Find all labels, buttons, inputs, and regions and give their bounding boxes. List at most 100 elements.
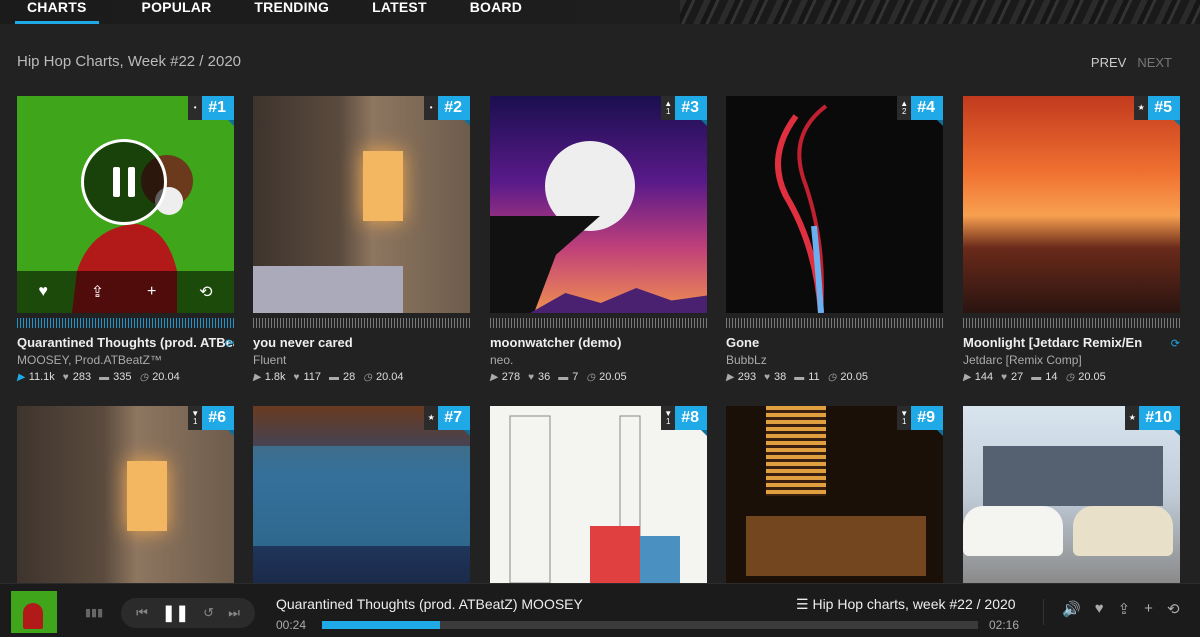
rank-move: • [188,96,203,120]
player-controls: ⏮ ❚❚ ↺ ⏭ [121,598,255,628]
chart-card[interactable]: ▼ 1 #9 [726,406,943,583]
chart-card[interactable]: • #2 you never cared Fluent ▶ 1.8k ♥ 117 ▬… [253,96,470,383]
rank-badge: • #2 [424,96,470,126]
track-artist[interactable]: Fluent [253,353,286,367]
track-title[interactable]: you never cared [253,335,470,350]
heart-icon[interactable]: ♥ [1095,600,1104,618]
rank-move: ★ [1134,96,1149,120]
cover-art[interactable]: ▼ 1 #8 [490,406,707,583]
track-title[interactable]: Gone [726,335,943,350]
rank-number: #8 [675,406,707,436]
equalizer-icon[interactable]: ▮▮▮ [85,606,103,619]
cover-art[interactable]: ♥ ⇪ + ⟲ • #1 [17,96,234,313]
track-artist[interactable]: MOOSEY, Prod.ATBeatZ™ [17,353,162,367]
add-icon[interactable]: + [1144,600,1153,618]
play-icon: ▶ [726,371,734,383]
rank-badge: ▼ 1 #9 [897,406,943,436]
rank-move: ▲ 1 [661,96,676,120]
card-actions: ♥ ⇪ + ⟲ [17,271,234,313]
rank-badge: ★ #5 [1134,96,1180,126]
share-icon[interactable]: ⇪ [91,282,104,302]
track-artist[interactable]: BubbLz [726,353,767,367]
chart-card[interactable]: ★ #5 Moonlight [Jetdarc Remix/En ⟳ Jetda… [963,96,1180,383]
cover-art[interactable]: ▲ 1 #3 [490,96,707,313]
heart-icon[interactable]: ♥ [38,283,48,301]
playlist-link[interactable]: ☰ Hip Hop charts, week #22 / 2020 [796,596,1016,613]
chart-card[interactable]: ★ #10 [963,406,1180,583]
next-icon[interactable]: ⏭ [228,605,240,621]
rank-number: #10 [1139,406,1180,436]
waveform[interactable] [490,318,707,328]
track-title[interactable]: Moonlight [Jetdarc Remix/En [963,335,1163,350]
chart-card[interactable]: ▼ 1 #6 [17,406,234,583]
progress-bar[interactable] [322,621,978,629]
chart-card[interactable]: ★ #7 [253,406,470,583]
window-glow [363,151,403,221]
window-glow [127,461,167,531]
next-button[interactable]: NEXT [1137,55,1172,70]
cover-art[interactable]: ▲ 2 #4 [726,96,943,313]
chart-card[interactable]: ▲ 1 #3 moonwatcher (demo) neo. ▶ 278 ♥ 36 ▬… [490,96,707,383]
cover-art[interactable]: ★ #7 [253,406,470,583]
waveform[interactable] [253,318,470,328]
comment-icon: ▬ [99,371,110,383]
rank-number: #7 [438,406,470,436]
waveform[interactable] [17,318,234,328]
track-artist[interactable]: neo. [490,353,513,367]
pause-button[interactable] [81,139,167,225]
cover-art[interactable]: ★ #10 [963,406,1180,583]
track-stats: ▶ 278 ♥ 36 ▬ 7 ◷ 20.05 [490,371,627,383]
tab-latest[interactable]: LATEST [372,0,427,24]
heart-icon: ♥ [293,371,300,383]
previous-icon[interactable]: ⏮ [136,605,148,621]
track-stats: ▶ 11.1k ♥ 283 ▬ 335 ◷ 20.04 [17,371,180,383]
repost-icon[interactable]: ⟲ [199,282,212,302]
waveform[interactable] [726,318,943,328]
prev-button[interactable]: PREV [1091,55,1126,70]
comment-icon: ▬ [328,371,339,383]
cover-art[interactable]: ★ #5 [963,96,1180,313]
tab-board[interactable]: BOARD [470,0,522,24]
volume-icon[interactable]: 🔊 [1062,600,1081,618]
track-artist[interactable]: Jetdarc [Remix Comp] [963,353,1082,367]
player-cover[interactable] [11,591,57,633]
clock-icon: ◷ [363,371,372,383]
rank-move: ★ [1125,406,1140,430]
chart-card[interactable]: ♥ ⇪ + ⟲ • #1 Quarantined Thoughts (prod.… [17,96,234,383]
waveform[interactable] [963,318,1180,328]
rank-number: #2 [438,96,470,126]
rank-move: ▼ 1 [188,406,203,430]
chart-card[interactable]: ▼ 1 #8 [490,406,707,583]
chart-card[interactable]: ▲ 2 #4 Gone BubbLz ▶ 293 ♥ 38 ▬ 11 ◷ 20.05 [726,96,943,383]
cover-art[interactable]: ▼ 1 #6 [17,406,234,583]
now-playing-title[interactable]: Quarantined Thoughts (prod. ATBeatZ) MOO… [276,596,583,612]
tab-charts[interactable]: CHARTS [15,0,99,24]
pause-icon[interactable]: ❚❚ [162,603,189,623]
tab-popular[interactable]: POPULAR [142,0,212,24]
cover-art[interactable]: • #2 [253,96,470,313]
rank-badge: ▲ 1 #3 [661,96,707,126]
window-scene [253,446,470,546]
share-icon[interactable]: ⇪ [1118,600,1131,618]
heart-icon: ♥ [1001,371,1007,383]
add-icon[interactable]: + [147,283,156,301]
heart-icon: ♥ [528,371,534,383]
heart-icon: ♥ [62,371,69,383]
clock-icon: ◷ [1065,371,1075,383]
rank-number: #5 [1148,96,1180,126]
player-bar: ▮▮▮ ⏮ ❚❚ ↺ ⏭ Quarantined Thoughts (prod.… [0,583,1200,637]
blinds-shape [766,406,826,496]
tab-trending[interactable]: TRENDING [254,0,329,24]
repeat-icon: ⟳ [1170,338,1180,350]
track-title[interactable]: moonwatcher (demo) [490,335,707,350]
duration-time: 02:16 [989,618,1020,632]
replay-icon[interactable]: ↺ [203,605,214,621]
cover-art[interactable]: ▼ 1 #9 [726,406,943,583]
repost-icon[interactable]: ⟲ [1167,600,1180,618]
rank-number: #4 [911,96,943,126]
clock-icon: ◷ [827,371,837,383]
pager: PREV NEXT [1091,55,1172,70]
track-title[interactable]: Quarantined Thoughts (prod. ATBeatZ) [17,335,234,350]
repeat-icon: ⟳ [224,338,234,350]
player-actions: 🔊 ♥ ⇪ + ⟲ [1062,600,1180,618]
